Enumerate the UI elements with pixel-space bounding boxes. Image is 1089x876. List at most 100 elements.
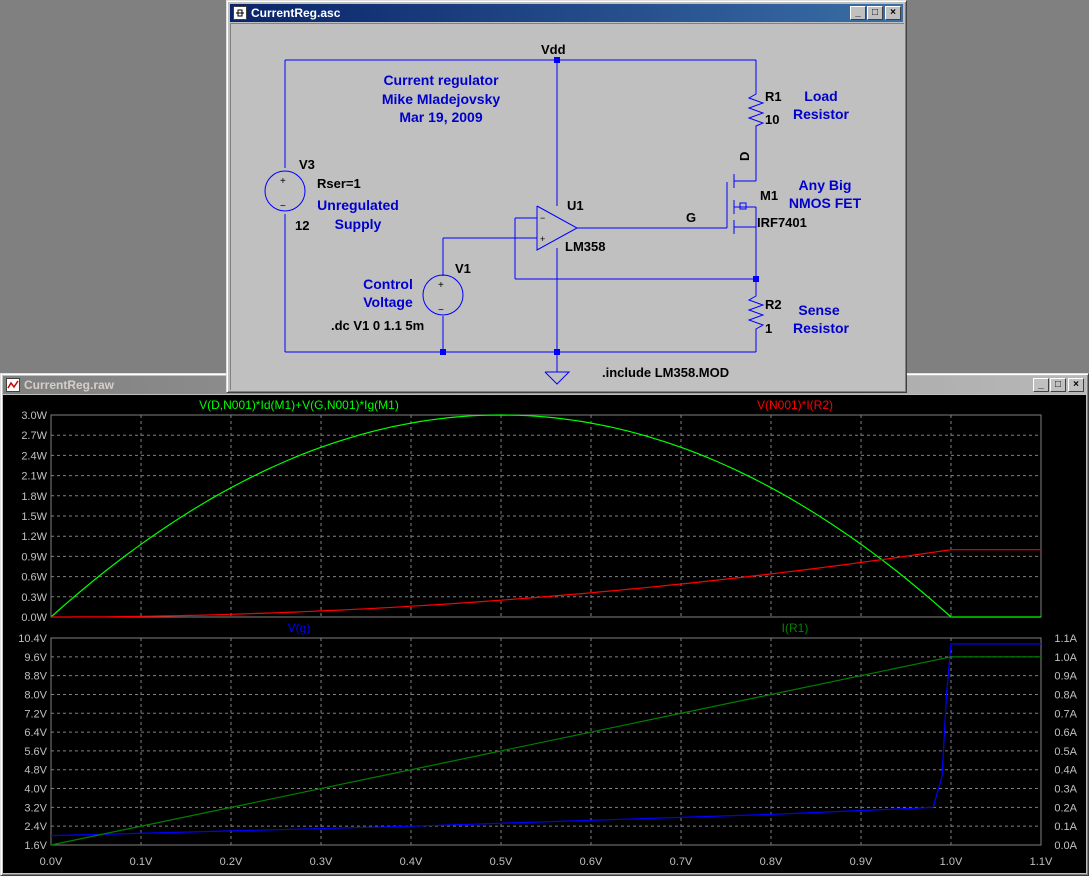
- y-tick-label: 1.8W: [21, 491, 47, 503]
- include-directive: .include LM358.MOD: [602, 365, 729, 380]
- note-nmos: NMOS FET: [789, 195, 862, 211]
- y-tick-label: 5.6V: [24, 746, 47, 758]
- y-tick-label: 2.4V: [24, 821, 47, 833]
- y-tick-label: 2.7W: [21, 430, 47, 442]
- y-tick-label: 10.4V: [18, 633, 47, 645]
- trace-name-label: I(R1): [782, 621, 809, 635]
- note-author: Mike Mladejovsky: [382, 91, 500, 107]
- svg-text:+: +: [280, 176, 286, 187]
- y-tick-label: 9.6V: [24, 652, 47, 664]
- y-tick-label: 8.0V: [24, 689, 47, 701]
- waveform-app-icon: [6, 378, 20, 392]
- x-tick-label: 0.2V: [220, 856, 243, 868]
- u1-value: LM358: [565, 239, 605, 254]
- y-tick-label: 0.3W: [21, 592, 47, 604]
- x-tick-label: 0.7V: [670, 856, 693, 868]
- v3-value: 12: [295, 218, 309, 233]
- y-tick-label: 2.4W: [21, 450, 47, 462]
- schematic-window[interactable]: CurrentReg.asc _ □ × + − + − − + Vdd V3 …: [226, 0, 907, 393]
- r2-value: 1: [765, 321, 772, 336]
- v1-name: V1: [455, 261, 471, 276]
- note-date: Mar 19, 2009: [399, 109, 482, 125]
- note-unregulated: Unregulated: [317, 197, 399, 213]
- y-tick-label: 3.2V: [24, 802, 47, 814]
- v3-name: V3: [299, 157, 315, 172]
- y-tick-label: 1.5W: [21, 511, 47, 523]
- x-tick-label: 0.4V: [400, 856, 423, 868]
- schematic-canvas[interactable]: + − + − − + Vdd V3 Rser=1 12 U1 LM358 G D R…: [230, 23, 904, 390]
- y-tick-label: 4.8V: [24, 765, 47, 777]
- schematic-app-icon: [233, 6, 247, 20]
- y-tick-label: 0.0W: [21, 612, 47, 624]
- waveform-plot-area[interactable]: 3.0W 2.7W 2.4W 2.1W 1.8W 1.5W 1.2W 0.9W 0.6W 0.3W…: [3, 395, 1086, 873]
- minimize-button[interactable]: _: [1033, 378, 1049, 392]
- close-button[interactable]: ×: [1068, 378, 1084, 392]
- y-tick-label-right: 0.6A: [1054, 727, 1077, 739]
- y-tick-label-right: 0.2A: [1054, 802, 1077, 814]
- y-tick-label: 0.9W: [21, 551, 47, 563]
- trace-name-label: V(N001)*I(R2): [757, 398, 833, 412]
- m1-name: M1: [760, 188, 778, 203]
- gate-label: G: [686, 210, 696, 225]
- y-tick-label: 0.6W: [21, 572, 47, 584]
- y-tick-label-right: 0.8A: [1054, 689, 1077, 701]
- y-tick-label-right: 0.3A: [1054, 784, 1077, 796]
- r1-name: R1: [765, 89, 782, 104]
- v3-rser: Rser=1: [317, 176, 361, 191]
- note-load: Load: [804, 88, 837, 104]
- trace-name-label: V(g): [288, 621, 311, 635]
- svg-text:−: −: [280, 201, 286, 212]
- x-tick-label: 0.1V: [130, 856, 153, 868]
- close-button[interactable]: ×: [885, 6, 901, 20]
- m1-value: IRF7401: [757, 215, 807, 230]
- y-tick-label: 7.2V: [24, 708, 47, 720]
- y-tick-label: 1.2W: [21, 531, 47, 543]
- note-control: Control: [363, 276, 413, 292]
- waveform-window[interactable]: CurrentReg.raw _ □ × 3.0W 2.7W 2.4W 2.1W 1.8…: [0, 373, 1089, 876]
- minimize-button[interactable]: _: [850, 6, 866, 20]
- y-tick-label: 3.0W: [21, 410, 47, 422]
- y-tick-label-right: 0.5A: [1054, 746, 1077, 758]
- y-tick-label-right: 0.4A: [1054, 765, 1077, 777]
- y-tick-label-right: 0.1A: [1054, 821, 1077, 833]
- vdd-label: Vdd: [541, 42, 566, 57]
- x-tick-label: 1.1V: [1030, 856, 1053, 868]
- note-supply: Supply: [335, 216, 382, 232]
- svg-text:−: −: [540, 213, 545, 223]
- y-tick-label-right: 1.0A: [1054, 652, 1077, 664]
- note-resistor1: Resistor: [793, 106, 850, 122]
- schematic-window-title: CurrentReg.asc: [251, 6, 341, 20]
- y-tick-label: 6.4V: [24, 727, 47, 739]
- r1-value: 10: [765, 112, 779, 127]
- y-tick-label: 2.1W: [21, 471, 47, 483]
- x-tick-label: 0.9V: [850, 856, 873, 868]
- x-tick-label: 0.6V: [580, 856, 603, 868]
- trace-name-label: V(D,N001)*Id(M1)+V(G,N001)*Ig(M1): [199, 398, 399, 412]
- u1-name: U1: [567, 198, 584, 213]
- note-title: Current regulator: [383, 72, 499, 88]
- note-anybig: Any Big: [799, 177, 852, 193]
- x-tick-label: 1.0V: [940, 856, 963, 868]
- drain-label: D: [737, 152, 752, 161]
- svg-text:+: +: [438, 280, 444, 291]
- note-resistor2: Resistor: [793, 320, 850, 336]
- y-tick-label-right: 1.1A: [1054, 633, 1077, 645]
- y-tick-label-right: 0.0A: [1054, 840, 1077, 852]
- svg-text:+: +: [540, 234, 545, 244]
- x-tick-label: 0.3V: [310, 856, 333, 868]
- y-tick-label: 1.6V: [24, 840, 47, 852]
- dc-command: .dc V1 0 1.1 5m: [331, 318, 424, 333]
- schematic-titlebar[interactable]: CurrentReg.asc _ □ ×: [230, 4, 903, 22]
- y-tick-label-right: 0.7A: [1054, 708, 1077, 720]
- r2-name: R2: [765, 297, 782, 312]
- maximize-button[interactable]: □: [867, 6, 883, 20]
- svg-text:−: −: [438, 305, 444, 316]
- y-tick-label: 4.0V: [24, 784, 47, 796]
- maximize-button[interactable]: □: [1050, 378, 1066, 392]
- x-tick-label: 0.0V: [40, 856, 63, 868]
- x-tick-label: 0.5V: [490, 856, 513, 868]
- note-sense: Sense: [798, 302, 839, 318]
- y-tick-label-right: 0.9A: [1054, 671, 1077, 683]
- note-voltage: Voltage: [363, 294, 413, 310]
- y-tick-label: 8.8V: [24, 671, 47, 683]
